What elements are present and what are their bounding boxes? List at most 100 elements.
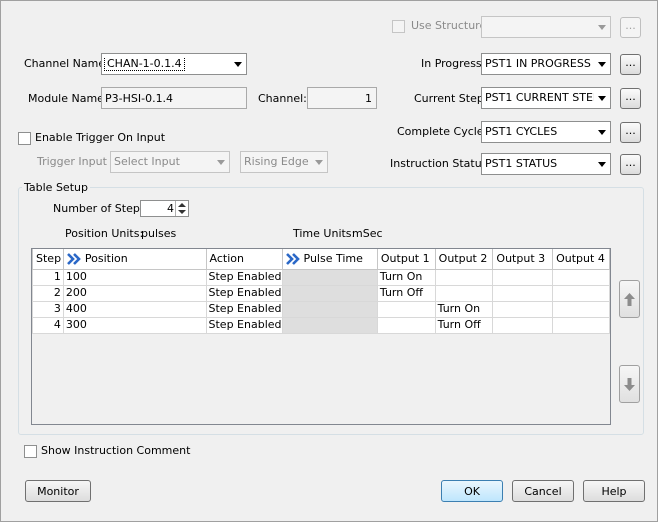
chevron-down-icon [230, 54, 246, 74]
chevron-down-icon [594, 54, 610, 74]
pulse-time-cell[interactable] [281, 268, 378, 286]
monitor-button[interactable]: Monitor [25, 480, 91, 502]
column-header-position[interactable]: Position [62, 249, 207, 270]
column-header-action[interactable]: Action [205, 249, 283, 270]
complete-cycles-browse-button[interactable]: ... [620, 122, 641, 143]
step-cell: 4 [32, 316, 64, 334]
show-comment-checkbox[interactable] [24, 445, 37, 458]
double-chevron-right-icon [285, 253, 300, 266]
output-1-cell[interactable]: Turn On [376, 268, 436, 286]
module-name-label: Module Name: [28, 92, 108, 105]
current-step-browse-button[interactable]: ... [620, 88, 641, 109]
output-1-cell[interactable] [376, 316, 436, 334]
action-cell[interactable]: Step Enabled [205, 284, 283, 302]
cancel-button[interactable]: Cancel [512, 480, 574, 502]
output-1-cell[interactable] [376, 300, 436, 318]
trigger-input-label: Trigger Input [37, 155, 107, 168]
action-cell[interactable]: Step Enabled [205, 316, 283, 334]
complete-cycles-label: Complete Cycles [397, 125, 490, 138]
instruction-status-label: Instruction Status [390, 157, 488, 170]
move-row-up-button[interactable] [619, 280, 640, 318]
output-3-cell[interactable] [492, 316, 554, 334]
pulse-time-cell[interactable] [281, 300, 378, 318]
current-step-label: Current Step [414, 92, 484, 105]
table-row[interactable]: 2 200 Step Enabled Turn Off [32, 284, 610, 302]
column-header-step[interactable]: Step [32, 249, 64, 270]
instruction-status-browse-button[interactable]: ... [620, 154, 641, 175]
output-2-cell[interactable] [434, 268, 494, 286]
enable-trigger-checkbox[interactable] [18, 132, 31, 145]
column-header-pulse-time[interactable]: Pulse Time [281, 249, 378, 270]
trigger-input-dropdown[interactable]: Select Input [110, 151, 230, 173]
arrow-down-icon [624, 377, 635, 391]
position-units-value: pulses [141, 227, 177, 240]
chevron-down-icon [594, 88, 610, 108]
show-comment-label: Show Instruction Comment [41, 444, 191, 457]
trigger-edge-dropdown[interactable]: Rising Edge [240, 151, 328, 173]
channel-field: 1 [307, 87, 377, 109]
help-button[interactable]: Help [583, 480, 645, 502]
position-cell[interactable]: 200 [62, 284, 207, 302]
stepper-down-icon[interactable] [178, 210, 186, 214]
output-2-cell[interactable]: Turn On [434, 300, 494, 318]
action-cell[interactable]: Step Enabled [205, 268, 283, 286]
instruction-status-dropdown[interactable]: PST1 STATUS [481, 153, 611, 175]
channel-name-dropdown[interactable]: CHAN-1-0.1.4 [101, 53, 247, 75]
number-of-steps-stepper[interactable]: 4 [140, 200, 189, 217]
position-units-label: Position Units: [65, 227, 144, 240]
time-units-label: Time Units: [293, 227, 356, 240]
column-header-output-3[interactable]: Output 3 [492, 249, 554, 270]
position-cell[interactable]: 300 [62, 316, 207, 334]
pulse-time-cell[interactable] [281, 284, 378, 302]
column-header-output-4[interactable]: Output 4 [552, 249, 610, 270]
output-4-cell[interactable] [552, 268, 610, 286]
chevron-down-icon [594, 17, 610, 37]
stepper-up-icon[interactable] [178, 203, 186, 207]
action-cell[interactable]: Step Enabled [205, 300, 283, 318]
output-3-cell[interactable] [492, 284, 554, 302]
column-header-output-2[interactable]: Output 2 [434, 249, 494, 270]
ok-button[interactable]: OK [441, 480, 503, 502]
in-progress-label: In Progress [421, 57, 482, 70]
output-4-cell[interactable] [552, 316, 610, 334]
column-header-output-1[interactable]: Output 1 [376, 249, 436, 270]
enable-trigger-label: Enable Trigger On Input [35, 131, 166, 144]
output-3-cell[interactable] [492, 268, 554, 286]
in-progress-dropdown[interactable]: PST1 IN PROGRESS [481, 53, 611, 75]
output-2-cell[interactable]: Turn Off [434, 316, 494, 334]
output-3-cell[interactable] [492, 300, 554, 318]
step-cell: 2 [32, 284, 64, 302]
double-chevron-right-icon [66, 253, 81, 266]
current-step-dropdown[interactable]: PST1 CURRENT STEP [481, 87, 611, 109]
pulse-time-cell[interactable] [281, 316, 378, 334]
step-cell: 3 [32, 300, 64, 318]
table-row[interactable]: 3 400 Step Enabled Turn On [32, 300, 610, 318]
use-structure-checkbox[interactable] [392, 20, 405, 33]
position-cell[interactable]: 400 [62, 300, 207, 318]
output-1-cell[interactable]: Turn Off [376, 284, 436, 302]
table-header-row: Step Position Action Pulse Time Output 1… [32, 249, 610, 270]
chevron-down-icon [594, 122, 610, 142]
table-row[interactable]: 1 100 Step Enabled Turn On [32, 268, 610, 286]
number-of-steps-label: Number of Steps [53, 202, 146, 215]
arrow-up-icon [624, 292, 635, 306]
time-units-value: mSec [352, 227, 383, 240]
use-structure-dropdown[interactable] [481, 16, 611, 38]
chevron-down-icon [594, 154, 610, 174]
table-setup-title: Table Setup [22, 181, 90, 195]
move-row-down-button[interactable] [619, 365, 640, 403]
chevron-down-icon [213, 152, 229, 172]
channel-name-label: Channel Name: [24, 57, 109, 70]
pst-setup-dialog: Use Structure ... Channel Name: CHAN-1-0… [0, 0, 658, 522]
module-name-field: P3-HSI-0.1.4 [101, 87, 247, 109]
channel-label: Channel: [258, 92, 307, 105]
output-2-cell[interactable] [434, 284, 494, 302]
output-4-cell[interactable] [552, 300, 610, 318]
use-structure-browse-button[interactable]: ... [620, 17, 641, 38]
complete-cycles-dropdown[interactable]: PST1 CYCLES [481, 121, 611, 143]
table-row[interactable]: 4 300 Step Enabled Turn Off [32, 316, 610, 334]
output-4-cell[interactable] [552, 284, 610, 302]
position-cell[interactable]: 100 [62, 268, 207, 286]
use-structure-label: Use Structure [411, 19, 487, 32]
in-progress-browse-button[interactable]: ... [620, 54, 641, 75]
